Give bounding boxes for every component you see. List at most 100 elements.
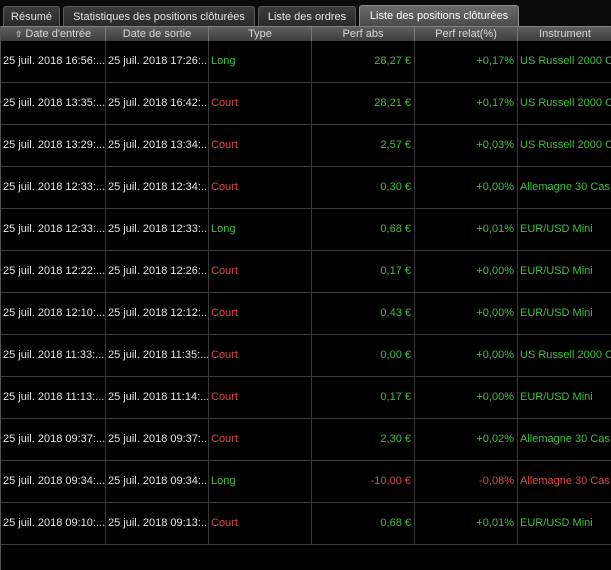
column-header-type[interactable]: Type [209,27,312,41]
cell-perf-relat: +0,00% [415,377,518,418]
cell-perf-abs: -10,00 € [312,461,415,502]
cell-type: Long [209,461,312,502]
cell-date-sortie: 25 juil. 2018 13:34:... [106,125,209,166]
cell-instrument: US Russell 2000 C... [520,139,611,151]
cell-perf-relat: +0,02% [415,419,518,460]
cell-perf-abs: 2,30 € [312,419,415,460]
cell-perf-relat: -0,08% [415,461,518,502]
cell-perf-relat: +0,00% [415,251,518,292]
cell-perf-abs: 0,00 € [312,335,415,376]
cell-date-sortie: 25 juil. 2018 11:35:... [106,335,209,376]
cell-perf-abs: 0,17 € [312,377,415,418]
table-row[interactable]: 25 juil. 2018 12:33:... 25 juil. 2018 12:… [1,209,611,251]
cell-type: Court [209,125,312,166]
column-header-date-entree[interactable]: ⇧ Date d'entrée [1,27,106,41]
cell-type: Long [209,41,312,82]
sort-up-arrow-icon: ⇧ [14,29,23,39]
cell-date-entree: 25 juil. 2018 09:37:... [1,419,106,460]
column-header-instrument[interactable]: Instrument [518,27,611,41]
cell-perf-relat: +0,01% [415,209,518,250]
cell-date-sortie: 25 juil. 2018 17:26:... [106,41,209,82]
cell-date-sortie: 25 juil. 2018 11:14:... [106,377,209,418]
cell-date-entree: 25 juil. 2018 12:33:... [1,209,106,250]
cell-type: Court [209,419,312,460]
cell-date-sortie: 25 juil. 2018 09:13:... [106,503,209,544]
cell-date-sortie: 25 juil. 2018 09:37:... [106,419,209,460]
cell-type: Long [209,209,312,250]
cell-date-entree: 25 juil. 2018 09:10:... [1,503,106,544]
table-row[interactable]: 25 juil. 2018 11:33:... 25 juil. 2018 11:… [1,335,611,377]
column-header-label: Date d'entrée [25,28,92,40]
table-row[interactable]: 25 juil. 2018 11:13:... 25 juil. 2018 11:… [1,377,611,419]
cell-date-sortie: 25 juil. 2018 16:42:... [106,83,209,124]
cell-type: Court [209,335,312,376]
cell-date-entree: 25 juil. 2018 11:33:... [1,335,106,376]
cell-perf-abs: 0,68 € [312,209,415,250]
horizontal-scroll-area[interactable] [1,548,611,570]
cell-perf-abs: 2,57 € [312,125,415,166]
table-row[interactable]: 25 juil. 2018 09:10:... 25 juil. 2018 09:… [1,503,611,545]
cell-date-sortie: 25 juil. 2018 12:34:... [106,167,209,208]
cell-instrument: US Russell 2000 C... [520,349,611,361]
table-row[interactable]: 25 juil. 2018 12:10:... 25 juil. 2018 12:… [1,293,611,335]
tab-statistiques-positions-cloturees[interactable]: Statistiques des positions clôturées [63,6,255,26]
tab-bar: Résumé Statistiques des positions clôtur… [0,0,611,26]
cell-perf-relat: +0,00% [415,335,518,376]
tab-liste-positions-cloturees[interactable]: Liste des positions clôturées [359,5,519,26]
cell-perf-abs: 0,30 € [312,167,415,208]
table-row[interactable]: 25 juil. 2018 09:34:... 25 juil. 2018 09:… [1,461,611,503]
column-header-date-sortie[interactable]: Date de sortie [106,27,209,41]
cell-type: Court [209,167,312,208]
table-row[interactable]: 25 juil. 2018 16:56:... 25 juil. 2018 17:… [1,41,611,83]
cell-instrument: EUR/USD Mini [520,307,593,319]
cell-date-sortie: 25 juil. 2018 12:26:... [106,251,209,292]
cell-perf-abs: 28,21 € [312,83,415,124]
table-row[interactable]: 25 juil. 2018 12:33:... 25 juil. 2018 12:… [1,167,611,209]
cell-perf-abs: 28,27 € [312,41,415,82]
cell-date-entree: 25 juil. 2018 13:35:... [1,83,106,124]
table-row[interactable]: 25 juil. 2018 13:35:... 25 juil. 2018 16:… [1,83,611,125]
cell-instrument: EUR/USD Mini [520,265,593,277]
cell-type: Court [209,83,312,124]
cell-date-entree: 25 juil. 2018 11:13:... [1,377,106,418]
cell-instrument: Allemagne 30 Cas... [520,433,611,445]
cell-type: Court [209,377,312,418]
cell-instrument: Allemagne 30 Cas... [520,475,611,487]
cell-type: Court [209,251,312,292]
column-header-perf-abs[interactable]: Perf abs [312,27,415,41]
cell-date-entree: 25 juil. 2018 12:33:... [1,167,106,208]
cell-instrument: EUR/USD Mini [520,223,593,235]
cell-date-entree: 25 juil. 2018 16:56:... [1,41,106,82]
cell-perf-relat: +0,03% [415,125,518,166]
cell-type: Court [209,503,312,544]
table-header: ⇧ Date d'entrée Date de sortie Type Perf … [1,26,611,41]
cell-date-sortie: 25 juil. 2018 09:34:... [106,461,209,502]
cell-perf-abs: 0,68 € [312,503,415,544]
cell-date-entree: 25 juil. 2018 12:10:... [1,293,106,334]
cell-date-entree: 25 juil. 2018 13:29:... [1,125,106,166]
cell-instrument: Allemagne 30 Cas... [520,181,611,193]
cell-perf-abs: 0,17 € [312,251,415,292]
table-body: 25 juil. 2018 16:56:... 25 juil. 2018 17:… [1,41,611,545]
cell-perf-relat: +0,00% [415,167,518,208]
cell-type: Court [209,293,312,334]
cell-perf-relat: +0,01% [415,503,518,544]
table-row[interactable]: 25 juil. 2018 12:22:... 25 juil. 2018 12:… [1,251,611,293]
cell-instrument: EUR/USD Mini [520,391,593,403]
cell-perf-relat: +0,00% [415,293,518,334]
cell-instrument: EUR/USD Mini [520,517,593,529]
cell-instrument: US Russell 2000 C... [520,55,611,67]
closed-positions-table: ⇧ Date d'entrée Date de sortie Type Perf … [0,26,611,570]
cell-perf-abs: 0,43 € [312,293,415,334]
tab-resume[interactable]: Résumé [3,6,60,26]
cell-date-sortie: 25 juil. 2018 12:33:... [106,209,209,250]
tab-liste-des-ordres[interactable]: Liste des ordres [258,6,356,26]
column-header-perf-relat[interactable]: Perf relat(%) [415,27,518,41]
cell-date-sortie: 25 juil. 2018 12:12:... [106,293,209,334]
cell-date-entree: 25 juil. 2018 12:22:... [1,251,106,292]
cell-instrument: US Russell 2000 C... [520,97,611,109]
table-row[interactable]: 25 juil. 2018 13:29:... 25 juil. 2018 13:… [1,125,611,167]
table-row[interactable]: 25 juil. 2018 09:37:... 25 juil. 2018 09:… [1,419,611,461]
cell-perf-relat: +0,17% [415,83,518,124]
cell-perf-relat: +0,17% [415,41,518,82]
